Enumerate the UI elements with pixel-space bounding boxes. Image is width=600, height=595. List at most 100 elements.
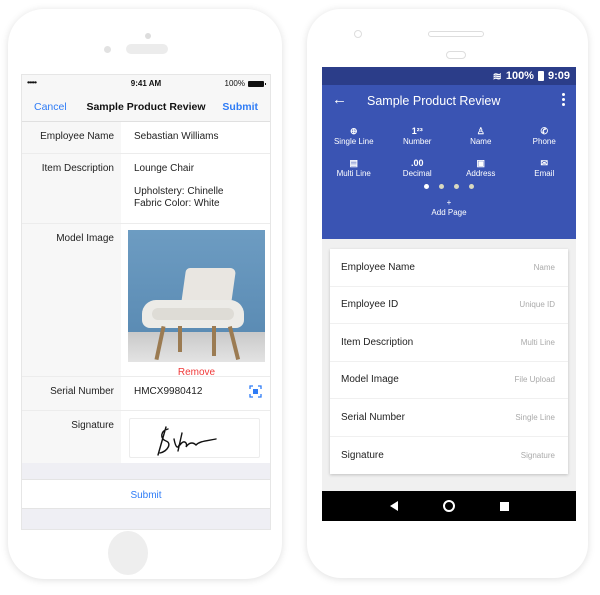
- battery-icon: [248, 80, 266, 87]
- status-time: 9:09: [547, 70, 570, 82]
- page-dot[interactable]: [424, 184, 429, 189]
- list-item[interactable]: Employee Name Name: [330, 249, 568, 287]
- home-button[interactable]: [108, 531, 148, 575]
- employee-name-input[interactable]: Sebastian Williams: [121, 122, 270, 153]
- barcode-scan-icon[interactable]: [249, 385, 262, 398]
- page-indicator: [322, 184, 576, 189]
- android-device: ≋ 100% 9:09 ← Sample Product Review ⊕ Sin…: [307, 9, 588, 578]
- field-label: Item Description: [22, 154, 121, 223]
- tool-label: Decimal: [402, 169, 432, 178]
- field-label: Serial Number: [341, 411, 405, 423]
- envelope-icon: ✉: [540, 158, 549, 168]
- tool-decimal[interactable]: .00 Decimal: [386, 157, 450, 178]
- field-label: Signature: [22, 411, 121, 463]
- number-icon: 1²³: [411, 126, 423, 136]
- battery-percent: 100%: [505, 70, 534, 82]
- ios-status-bar: ••••• 9:41 AM 100%: [22, 75, 270, 92]
- list-item[interactable]: Serial Number Single Line: [330, 399, 568, 437]
- field-type-palette: ⊕ Single Line 1²³ Number ♙ Name ✆ Phone ▤ Mul…: [322, 119, 576, 178]
- item-description-input[interactable]: Lounge Chair Upholstery: Chinelle Fabric …: [121, 154, 270, 223]
- field-label: Model Image: [22, 224, 121, 376]
- front-camera: [104, 46, 111, 53]
- builder-header: ← Sample Product Review ⊕ Single Line 1²³…: [322, 85, 576, 239]
- page-dot[interactable]: [454, 184, 459, 189]
- back-arrow-icon[interactable]: ←: [332, 91, 347, 108]
- field-type: Signature: [520, 450, 555, 460]
- tool-email[interactable]: ✉ Email: [513, 157, 577, 178]
- field-type: Unique ID: [519, 300, 555, 310]
- tool-label: Number: [403, 137, 432, 146]
- tool-label: Phone: [532, 137, 556, 146]
- field-label: Employee ID: [341, 299, 399, 311]
- page-title: Sample Product Review: [367, 94, 501, 108]
- form: Employee Name Sebastian Williams Item De…: [22, 122, 270, 463]
- wifi-icon: ≋: [492, 70, 502, 83]
- tool-name[interactable]: ♙ Name: [449, 125, 513, 146]
- field-label: Serial Number: [22, 377, 121, 410]
- field-type: Name: [533, 262, 555, 272]
- android-screen: ≋ 100% 9:09 ← Sample Product Review ⊕ Sin…: [322, 67, 576, 521]
- battery-percent: 100%: [224, 79, 245, 88]
- serial-number-input[interactable]: HMCX9980412: [134, 386, 202, 397]
- tool-label: Name: [470, 137, 492, 146]
- earpiece-speaker: [428, 31, 484, 37]
- field-signature: Signature: [22, 411, 270, 463]
- list-item[interactable]: Model Image File Upload: [330, 362, 568, 399]
- page-dot[interactable]: [439, 184, 444, 189]
- tool-phone[interactable]: ✆ Phone: [513, 125, 577, 146]
- signature-pad[interactable]: [129, 418, 260, 458]
- form-field-list: Employee Name Name Employee ID Unique ID I…: [330, 249, 568, 474]
- ios-screen: ••••• 9:41 AM 100% Cancel Sample Product…: [21, 74, 271, 530]
- field-type: Multi Line: [520, 337, 555, 347]
- field-item-description: Item Description Lounge Chair Upholstery…: [22, 154, 270, 224]
- phone-icon: ✆: [540, 126, 549, 136]
- submit-button[interactable]: Submit: [22, 479, 270, 509]
- list-item[interactable]: Item Description Multi Line: [330, 324, 568, 362]
- earpiece-speaker: [126, 44, 168, 54]
- iphone-device: ••••• 9:41 AM 100% Cancel Sample Product…: [8, 9, 282, 579]
- field-label: Employee Name: [22, 122, 121, 153]
- tool-label: Multi Line: [336, 169, 371, 178]
- plus-icon: +: [446, 198, 452, 207]
- nav-home-icon[interactable]: [442, 500, 455, 512]
- person-icon: ♙: [476, 126, 485, 136]
- list-item[interactable]: Employee ID Unique ID: [330, 287, 568, 324]
- tool-multi-line[interactable]: ▤ Multi Line: [322, 157, 386, 178]
- submit-nav-button[interactable]: Submit: [222, 101, 258, 113]
- list-item[interactable]: Signature Signature: [330, 437, 568, 475]
- description-line: Upholstery: Chinelle: [134, 186, 224, 197]
- description-line: Fabric Color: White: [134, 198, 220, 209]
- field-type: Single Line: [515, 412, 555, 422]
- ios-nav-bar: Cancel Sample Product Review Submit: [22, 92, 270, 122]
- battery-icon: [537, 71, 544, 81]
- tool-label: Email: [534, 169, 555, 178]
- signature-drawing: [157, 426, 217, 456]
- tool-address[interactable]: ▣ Address: [449, 157, 513, 178]
- field-label: Signature: [341, 449, 384, 461]
- proximity-sensor: [446, 51, 466, 59]
- model-image-preview: [128, 230, 265, 362]
- tool-single-line[interactable]: ⊕ Single Line: [322, 125, 386, 146]
- add-page-button[interactable]: + Add Page: [322, 198, 576, 218]
- front-camera: [354, 30, 362, 38]
- address-card-icon: ▣: [476, 158, 485, 168]
- app-toolbar: ← Sample Product Review: [322, 85, 576, 119]
- page-dot[interactable]: [469, 184, 474, 189]
- document-icon: ▤: [349, 158, 358, 168]
- field-label: Item Description: [341, 336, 414, 348]
- tool-label: Address: [466, 169, 496, 178]
- tool-number[interactable]: 1²³ Number: [386, 125, 450, 146]
- field-employee-name: Employee Name Sebastian Williams: [22, 122, 270, 154]
- front-camera-dot: [145, 33, 151, 39]
- nav-recents-icon[interactable]: [499, 501, 509, 511]
- nav-back-icon[interactable]: [389, 501, 398, 511]
- add-page-label: Add Page: [431, 208, 467, 217]
- tool-label: Single Line: [333, 137, 374, 146]
- description-line: Lounge Chair: [134, 163, 195, 174]
- more-options-icon[interactable]: [562, 93, 566, 108]
- field-type: File Upload: [514, 375, 555, 385]
- field-label: Model Image: [341, 374, 399, 386]
- field-serial-number: Serial Number HMCX9980412: [22, 377, 270, 411]
- decimal-icon: .00: [410, 158, 424, 168]
- android-nav-bar: [322, 491, 576, 521]
